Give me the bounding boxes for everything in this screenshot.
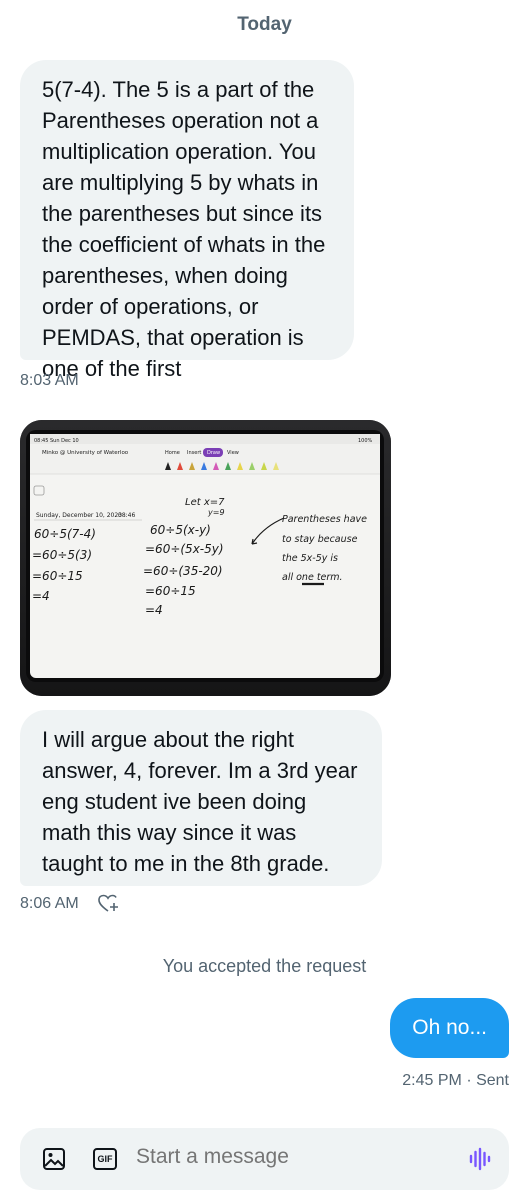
given-x: Let x=7 [185, 497, 225, 508]
work-line: =60÷15 [145, 584, 196, 598]
tab-insert: Insert [187, 450, 201, 456]
note-line: all one term. [282, 572, 343, 583]
message-text: 5(7-4). The 5 is a part of the Parenthes… [42, 77, 326, 381]
request-accepted-note: You accepted the request [162, 956, 367, 976]
message-composer: GIF [20, 1128, 509, 1190]
voice-icon[interactable] [469, 1147, 491, 1171]
message-input[interactable] [136, 1145, 436, 1169]
work-line: =4 [145, 603, 163, 617]
work-line: =4 [32, 589, 50, 603]
doc-title: Minko @ University of Waterloo [42, 450, 129, 456]
note-line: the 5x-5y is [282, 553, 338, 564]
message-timestamp: 8:06 AM [20, 895, 79, 912]
work-line: =60÷5(3) [32, 548, 92, 562]
note-line: to stay because [282, 534, 358, 545]
image-icon[interactable] [42, 1147, 66, 1171]
message-text: I will argue about the right answer, 4, … [42, 727, 358, 876]
message-timestamp: 8:03 AM [20, 372, 79, 389]
received-message[interactable]: 5(7-4). The 5 is a part of the Parenthes… [20, 60, 354, 381]
work-line: 60÷5(7-4) [34, 527, 96, 541]
page-date: Sunday, December 10, 2023 [36, 512, 122, 519]
given-y: y=9 [207, 508, 225, 517]
gif-label: GIF [97, 1154, 113, 1164]
sent-timestamp: 2:45 PM · Sent [402, 1072, 509, 1089]
message-text: Oh no... [412, 1016, 487, 1039]
day-separator: Today [237, 14, 292, 35]
tablet-battery: 100% [358, 438, 373, 444]
tab-home: Home [165, 450, 180, 456]
add-reaction-icon[interactable] [98, 894, 120, 914]
tablet-photo: 08:45 Sun Dec 10 100% Minko @ University… [20, 420, 391, 696]
sent-message[interactable]: Oh no... [390, 998, 509, 1058]
gif-icon[interactable]: GIF [93, 1148, 117, 1170]
work-line: =60÷(35-20) [143, 564, 223, 578]
tablet-status: 08:45 Sun Dec 10 [34, 438, 79, 444]
work-line: 60÷5(x-y) [150, 523, 211, 537]
work-line: =60÷(5x-5y) [145, 542, 224, 556]
work-line: =60÷15 [32, 569, 83, 583]
page-time: 08:46 [118, 512, 135, 519]
note-line: Parentheses have [282, 514, 367, 525]
tab-view: View [227, 450, 239, 456]
received-message[interactable]: I will argue about the right answer, 4, … [20, 710, 382, 886]
image-message[interactable]: 08:45 Sun Dec 10 100% Minko @ University… [20, 420, 391, 696]
tab-draw: Draw [207, 450, 220, 456]
